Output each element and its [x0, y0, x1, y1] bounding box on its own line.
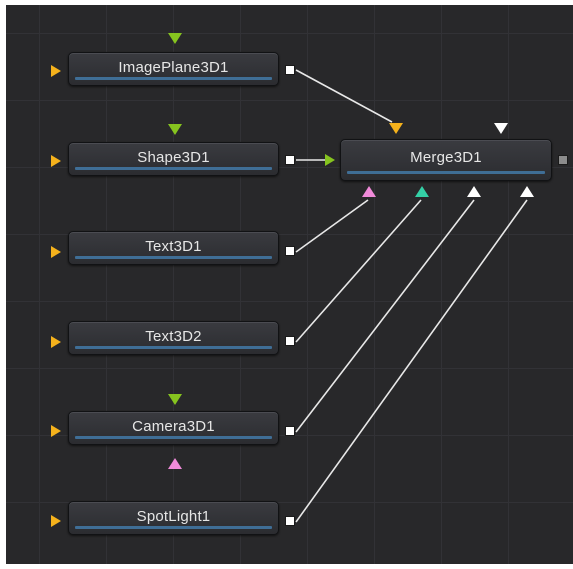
- text2-left-input-icon[interactable]: [51, 336, 61, 348]
- spotlight-left-input-icon[interactable]: [51, 515, 61, 527]
- node-shape3d1[interactable]: Shape3D1: [68, 142, 279, 176]
- camera-top-input-icon[interactable]: [168, 394, 182, 405]
- merge-foreground-input-icon[interactable]: [325, 154, 335, 166]
- node-status-bar: [75, 526, 272, 529]
- node-label: Text3D1: [145, 238, 202, 255]
- node-status-bar: [75, 77, 272, 80]
- merge-scene-input-1-icon[interactable]: [362, 186, 376, 197]
- node-camera3d1[interactable]: Camera3D1: [68, 411, 279, 445]
- node-text3d2[interactable]: Text3D2: [68, 321, 279, 355]
- node-label: Merge3D1: [410, 149, 482, 166]
- node-status-bar: [347, 171, 545, 174]
- node-label: Text3D2: [145, 328, 202, 345]
- node-label: Shape3D1: [137, 149, 210, 166]
- node-status-bar: [75, 436, 272, 439]
- merge-effect-mask-input-icon[interactable]: [494, 123, 508, 134]
- node-imageplane3d1[interactable]: ImagePlane3D1: [68, 52, 279, 86]
- node-status-bar: [75, 167, 272, 170]
- imageplane-output-icon[interactable]: [285, 65, 295, 75]
- text1-output-icon[interactable]: [285, 246, 295, 256]
- merge-output-icon[interactable]: [558, 155, 568, 165]
- imageplane-top-input-icon[interactable]: [168, 33, 182, 44]
- node-flow-canvas[interactable]: [6, 5, 573, 564]
- camera-bottom-input-icon[interactable]: [168, 458, 182, 469]
- node-spotlight1[interactable]: SpotLight1: [68, 501, 279, 535]
- camera-output-icon[interactable]: [285, 426, 295, 436]
- node-text3d1[interactable]: Text3D1: [68, 231, 279, 265]
- node-label: Camera3D1: [132, 418, 215, 435]
- node-status-bar: [75, 256, 272, 259]
- shape-left-input-icon[interactable]: [51, 155, 61, 167]
- camera-left-input-icon[interactable]: [51, 425, 61, 437]
- merge-scene-input-3-icon[interactable]: [467, 186, 481, 197]
- node-label: ImagePlane3D1: [118, 59, 229, 76]
- imageplane-left-input-icon[interactable]: [51, 65, 61, 77]
- text2-output-icon[interactable]: [285, 336, 295, 346]
- merge-background-input-icon[interactable]: [389, 123, 403, 134]
- text1-left-input-icon[interactable]: [51, 246, 61, 258]
- merge-scene-input-2-icon[interactable]: [415, 186, 429, 197]
- shape-top-input-icon[interactable]: [168, 124, 182, 135]
- shape-output-icon[interactable]: [285, 155, 295, 165]
- node-label: SpotLight1: [136, 508, 211, 525]
- merge-scene-input-4-icon[interactable]: [520, 186, 534, 197]
- spotlight-output-icon[interactable]: [285, 516, 295, 526]
- node-merge3d1[interactable]: Merge3D1: [340, 139, 552, 181]
- node-status-bar: [75, 346, 272, 349]
